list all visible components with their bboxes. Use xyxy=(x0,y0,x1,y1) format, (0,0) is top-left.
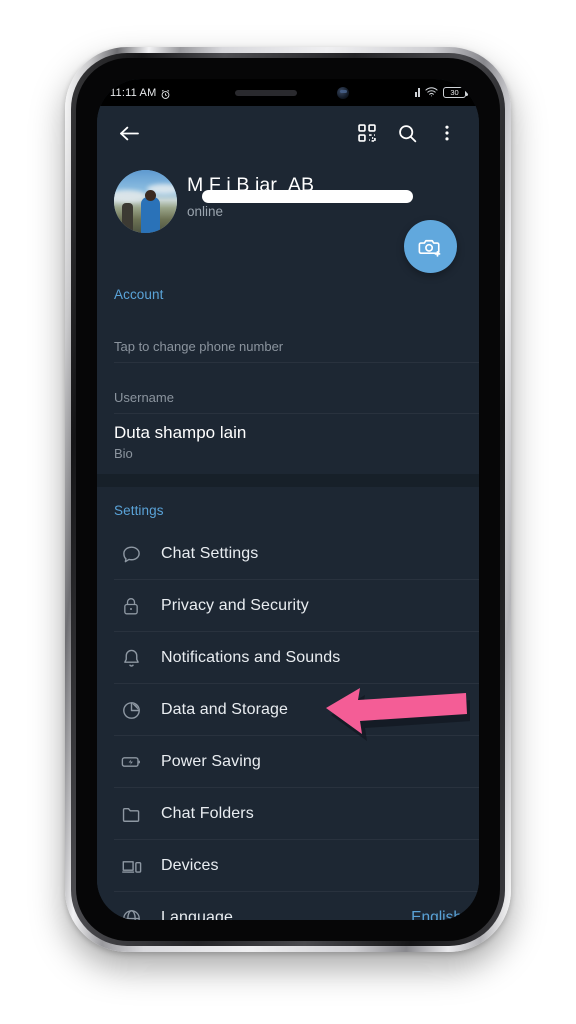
settings-row-label: Data and Storage xyxy=(161,701,289,718)
settings-row-chat-settings[interactable]: Chat Settings xyxy=(97,528,479,580)
search-button[interactable] xyxy=(390,116,424,150)
settings-row-notifications-and-sounds[interactable]: Notifications and Sounds xyxy=(97,632,479,684)
globe-icon xyxy=(114,901,148,920)
settings-row-label: Devices xyxy=(161,857,219,874)
settings-row-label: Notifications and Sounds xyxy=(161,649,341,666)
bio-label: Bio xyxy=(114,446,133,461)
username-label: Username xyxy=(114,390,174,405)
settings-row-power-saving[interactable]: Power Saving xyxy=(97,736,479,788)
account-row-username[interactable]: Username xyxy=(97,363,479,414)
settings-row-label: Power Saving xyxy=(161,753,261,770)
back-arrow-icon xyxy=(119,126,139,140)
earpiece-speaker xyxy=(235,90,297,96)
display-notch xyxy=(197,79,379,106)
qr-code-icon xyxy=(358,124,376,142)
bell-icon xyxy=(114,641,148,675)
status-bar-left: 11:11 AM xyxy=(110,87,171,99)
back-button[interactable] xyxy=(112,116,146,150)
folder-icon xyxy=(114,797,148,831)
settings-row-chat-folders[interactable]: Chat Folders xyxy=(97,788,479,840)
telegram-settings-screen: 11:11 AM 30 M F i B iar_AB online Accoun… xyxy=(97,79,479,920)
qr-code-button[interactable] xyxy=(350,116,384,150)
battery-indicator: 30 xyxy=(443,87,469,98)
bio-value: Duta shampo lain xyxy=(114,423,247,442)
alarm-clock-icon xyxy=(160,87,171,99)
add-photo-camera-icon xyxy=(418,239,441,257)
search-icon xyxy=(398,124,416,142)
settings-row-devices[interactable]: Devices xyxy=(97,840,479,892)
app-bar xyxy=(97,106,479,160)
settings-row-label: Language xyxy=(161,909,233,920)
name-redaction-bar xyxy=(202,190,413,203)
more-vertical-icon xyxy=(445,125,449,141)
section-separator xyxy=(97,474,479,487)
settings-row-label: Chat Settings xyxy=(161,545,259,562)
change-profile-photo-button[interactable] xyxy=(404,220,457,273)
devices-icon xyxy=(114,849,148,883)
profile-header[interactable]: M F i B iar_AB online xyxy=(97,160,479,273)
front-camera xyxy=(337,87,349,99)
language-value: English xyxy=(411,909,462,920)
settings-row-label: Privacy and Security xyxy=(161,597,309,614)
avatar[interactable] xyxy=(114,170,177,233)
clock-time: 11:11 AM xyxy=(110,86,157,99)
settings-row-label: Chat Folders xyxy=(161,805,254,822)
phone-number-value xyxy=(114,317,462,336)
pie-chart-icon xyxy=(114,693,148,727)
settings-section-title: Settings xyxy=(114,503,164,518)
phone-number-label: Tap to change phone number xyxy=(114,339,284,354)
pink-arrow-pointing-left xyxy=(322,682,472,742)
online-status-label: online xyxy=(187,204,224,219)
battery-percent-label: 30 xyxy=(450,87,459,97)
settings-row-language[interactable]: Language English xyxy=(97,892,479,920)
battery-bolt-icon xyxy=(114,745,148,779)
screenshot-canvas: 11:11 AM 30 M F i B iar_AB online Accoun… xyxy=(0,0,576,1024)
wifi-icon xyxy=(425,84,438,102)
status-bar-right: 30 xyxy=(415,84,469,102)
overflow-menu-button[interactable] xyxy=(430,116,464,150)
account-section-title: Account xyxy=(114,287,164,302)
settings-list[interactable]: Account Tap to change phone number Usern… xyxy=(97,271,479,920)
username-value xyxy=(114,368,462,387)
settings-row-data-and-storage[interactable]: Data and Storage xyxy=(97,684,479,741)
settings-row-privacy-and-security[interactable]: Privacy and Security xyxy=(97,580,479,632)
cellular-signal-icon xyxy=(415,88,420,97)
account-row-phone[interactable]: Tap to change phone number xyxy=(97,312,479,363)
lock-icon xyxy=(114,589,148,623)
chat-bubble-icon xyxy=(114,537,148,571)
avatar-person xyxy=(141,197,160,233)
avatar-person-secondary xyxy=(122,203,133,231)
avatar-person-head xyxy=(145,190,156,201)
account-row-bio[interactable]: Duta shampo lain Bio xyxy=(97,414,479,474)
